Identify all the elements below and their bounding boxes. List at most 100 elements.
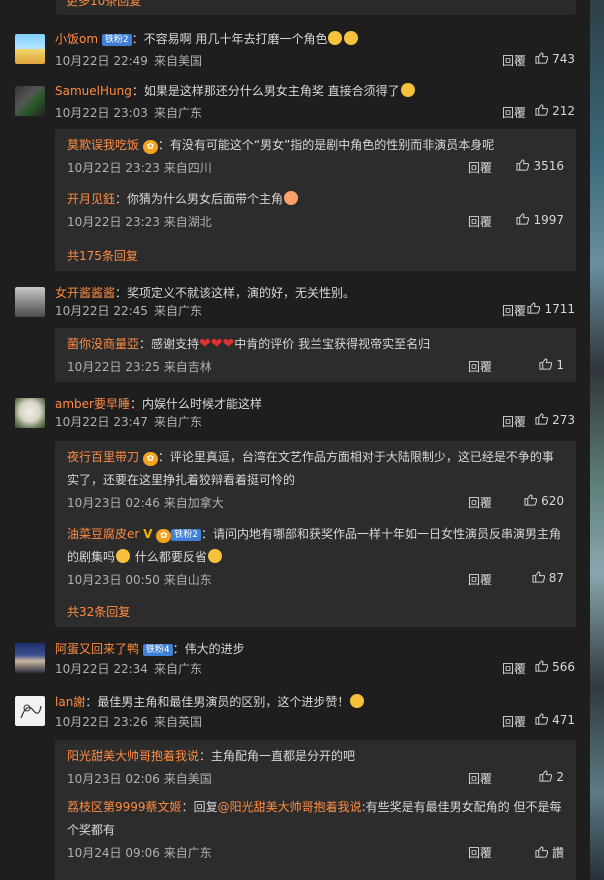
sweat-emoji-icon	[207, 549, 222, 563]
thumbs-up-icon	[539, 358, 553, 370]
vip-icon: ✿	[142, 140, 158, 154]
like-button[interactable]: 87	[500, 571, 564, 585]
reply-button[interactable]: 回覆	[502, 104, 526, 121]
like-button[interactable]: 471	[527, 713, 575, 727]
username[interactable]: 油菜豆腐皮er	[67, 527, 139, 541]
like-button[interactable]: 3516	[500, 159, 564, 173]
thumbs-up-icon	[535, 104, 549, 116]
reply-button[interactable]: 回覆	[468, 494, 492, 511]
user-avatar[interactable]	[15, 86, 45, 116]
like-count: 1	[556, 358, 564, 372]
user-avatar[interactable]	[15, 398, 45, 428]
reply-text-line2: 个奖都有	[67, 823, 116, 837]
timestamp: 10月22日 23:47	[55, 415, 148, 429]
thumbs-up-icon	[539, 770, 553, 782]
user-avatar[interactable]	[15, 696, 45, 726]
thumbs-up-icon	[535, 660, 549, 672]
reply-text-line2: 实了，还要在这里挣扎着狡辩看着挺可怜的	[67, 473, 296, 487]
like-button[interactable]: 2	[500, 770, 564, 784]
timestamp: 10月24日 09:06	[67, 846, 160, 860]
username[interactable]: 小饭om	[55, 32, 98, 46]
username[interactable]: 开月见鈺	[67, 192, 115, 206]
reply-button[interactable]: 回覆	[468, 358, 492, 375]
like-count: 471	[552, 713, 575, 727]
reply-button[interactable]: 回覆	[468, 770, 492, 787]
username[interactable]: 夜行百里带刀	[67, 450, 139, 464]
like-button[interactable]: 566	[527, 660, 575, 674]
like-count: 566	[552, 660, 575, 674]
username[interactable]: 荔枝区第9999蔡文姬	[67, 800, 182, 814]
collapsed-header-text: 更多10条回复	[66, 0, 142, 8]
location: 来自四川	[163, 161, 212, 175]
vip-icon: ✿	[156, 529, 172, 543]
reply-text-cont: 中肯的评价 我兰宝获得视帝实至名归	[234, 337, 431, 351]
reply-thread: 阳光甜美大帅哥抱着我说：主角配角一直都是分开的吧 10月23日 02:06 来自…	[55, 740, 576, 880]
location: 来自湖北	[163, 215, 212, 229]
timestamp: 10月22日 23:23	[67, 161, 160, 175]
reply-button[interactable]: 回覆	[468, 844, 492, 861]
sketch-avatar-icon	[20, 704, 42, 719]
username[interactable]: SamuelHung	[55, 84, 132, 98]
reply-text: 有没有可能这个“男女”指的是剧中角色的性别而非演员本身呢	[169, 138, 495, 152]
location: 来自美国	[153, 54, 202, 68]
thumbs-up-icon	[516, 213, 530, 225]
reply-thread: 莫欺误我吃饭 ✿ ：有没有可能这个“男女”指的是剧中角色的性别而非演员本身呢 10…	[55, 129, 576, 271]
more-replies-link[interactable]: 共32条回复	[67, 603, 130, 620]
thumbs-emoji-icon	[328, 31, 343, 45]
reply-button[interactable]: 回覆	[468, 213, 492, 230]
like-button[interactable]: 1711	[527, 302, 575, 316]
like-count: 743	[552, 52, 575, 66]
username[interactable]: 阿蛋又回来了鸭	[55, 642, 139, 656]
username[interactable]: 阳光甜美大帅哥抱着我说	[67, 749, 199, 763]
username[interactable]: lan謝	[55, 695, 85, 709]
giggle-emoji-icon	[350, 694, 365, 708]
reply-button[interactable]: 回覆	[468, 159, 492, 176]
like-button[interactable]: 212	[527, 104, 575, 118]
user-avatar[interactable]	[15, 34, 45, 64]
username[interactable]: amber要早睡	[55, 397, 130, 411]
vip-icon: ✿	[142, 452, 158, 466]
like-button[interactable]: 273	[527, 413, 575, 427]
verified-v-icon: V	[143, 527, 153, 541]
timestamp: 10月23日 02:46	[67, 496, 160, 510]
timestamp: 10月22日 23:23	[67, 215, 160, 229]
username[interactable]: 菌你没商量亞	[67, 337, 139, 351]
reply-button[interactable]: 回覆	[502, 413, 526, 430]
like-count: 87	[548, 571, 564, 585]
like-button[interactable]: 讚	[500, 844, 564, 861]
like-count: 620	[541, 494, 564, 508]
fan-badge: 铁粉4	[142, 644, 173, 656]
like-button[interactable]: 1	[500, 358, 564, 372]
reply-button[interactable]: 回覆	[502, 302, 526, 319]
username[interactable]: 女开酱酱酱	[55, 286, 115, 300]
mention-link[interactable]: @阳光甜美大帅哥抱着我说	[218, 800, 362, 814]
location: 来自广东	[153, 106, 202, 120]
reply-text-line2b: 什么都要反省	[134, 550, 207, 564]
like-button[interactable]: 1997	[500, 213, 564, 227]
like-button[interactable]: 620	[500, 494, 564, 508]
reply-button[interactable]: 回覆	[502, 52, 526, 69]
like-count: 讚	[551, 846, 564, 860]
reply-text: 有些奖是有最佳男女配角的 但不是每	[365, 800, 562, 814]
reply-text: 你猜为什么男女后面带个主角	[127, 192, 284, 206]
collapsed-header[interactable]: 更多10条回复	[56, 0, 576, 15]
reply-button[interactable]: 回覆	[502, 660, 526, 677]
user-avatar[interactable]	[15, 287, 45, 317]
location: 来自加拿大	[163, 496, 224, 510]
location: 来自广东	[163, 846, 212, 860]
timestamp: 10月23日 02:06	[67, 772, 160, 786]
user-avatar[interactable]	[15, 643, 45, 673]
thumbs-up-icon	[532, 571, 545, 583]
username[interactable]: 莫欺误我吃饭	[67, 138, 139, 152]
thumbs-up-icon	[535, 413, 549, 425]
comment-text: 最佳男主角和最佳男演员的区别，这个进步赞！	[97, 695, 350, 709]
reply-button[interactable]: 回覆	[502, 713, 526, 730]
smile-emoji-icon	[400, 83, 415, 97]
more-replies-link[interactable]: 共175条回复	[67, 247, 138, 264]
thumbs-emoji-icon	[344, 31, 359, 45]
like-button[interactable]: 743	[527, 52, 575, 66]
thumbs-up-icon	[527, 302, 541, 314]
timestamp: 10月22日 23:26	[55, 715, 148, 729]
timestamp: 10月22日 22:49	[55, 54, 148, 68]
reply-button[interactable]: 回覆	[468, 571, 492, 588]
